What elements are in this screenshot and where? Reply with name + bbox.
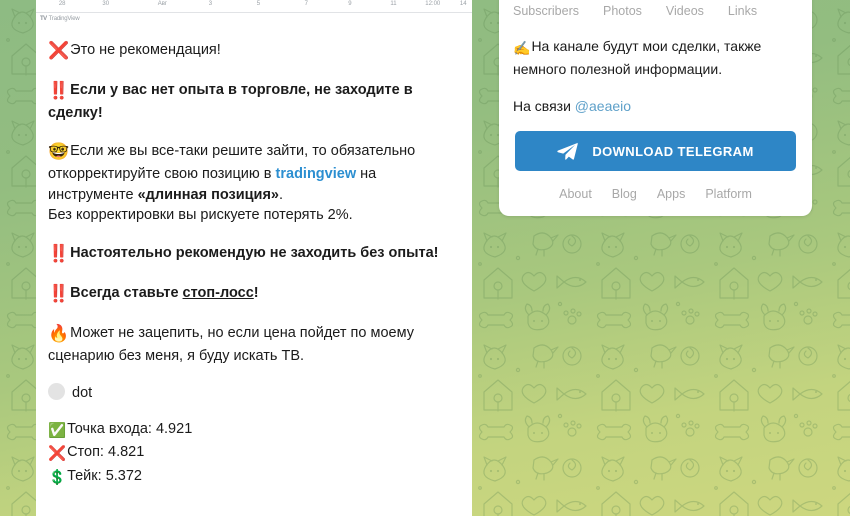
paragraph-strong-recommendation: ‼️Настоятельно рекомендую не заходить бе… — [48, 242, 456, 266]
telegram-channel-card: Subscribers Photos Videos Links ✍️На кан… — [499, 0, 812, 216]
paragraph-text: Это не рекомендация! — [70, 42, 221, 58]
channel-description-text: На канале будут мои сделки, также немног… — [513, 38, 762, 77]
tradingview-label: TradingView — [48, 16, 80, 22]
telegram-plane-icon — [557, 142, 579, 160]
channel-tabs: Subscribers Photos Videos Links — [499, 0, 812, 18]
paragraph-text: Может не зацепить, но если цена пойдет п… — [48, 324, 414, 365]
loading-placeholder-circle-icon — [48, 382, 65, 400]
double-exclamation-emoji: ‼️ — [48, 81, 70, 101]
download-telegram-button[interactable]: DOWNLOAD TELEGRAM — [515, 131, 796, 171]
dot-label: dot — [72, 384, 93, 401]
axis-tick: 14 — [459, 1, 467, 7]
fire-emoji: 🔥 — [48, 323, 70, 343]
level-label: Стоп: — [67, 444, 104, 461]
adjust-period: . — [278, 186, 284, 203]
axis-tick: Авг — [157, 1, 168, 7]
stoploss-link[interactable]: стоп-лосс — [183, 285, 254, 301]
level-stop: ❌Стоп: 4.821 — [48, 442, 456, 465]
tradingview-link[interactable]: tradingview — [276, 166, 357, 182]
heavy-dollar-sign-emoji: 💲 — [48, 469, 67, 486]
footer-link-platform[interactable]: Platform — [705, 187, 752, 201]
axis-tick: 12:00 — [425, 1, 441, 7]
chart-time-axis: 28 30 Авг 3 5 7 9 11 12:00 14 — [36, 0, 472, 13]
axis-tick: 3 — [208, 1, 213, 7]
screen: 28 30 Авг 3 5 7 9 11 12:00 14 TV Trading… — [0, 0, 850, 516]
level-label: Точка входа: — [67, 421, 152, 438]
paragraph-dot: dot — [48, 382, 456, 404]
footer-link-apps[interactable]: Apps — [657, 187, 686, 201]
axis-tick: 11 — [390, 1, 397, 7]
paragraph-no-experience-warning: ‼️Если у вас нет опыта в торговле, не за… — [48, 79, 456, 124]
tab-subscribers[interactable]: Subscribers — [513, 4, 579, 18]
level-value: 5.372 — [105, 467, 142, 484]
footer-link-blog[interactable]: Blog — [612, 187, 637, 201]
stoploss-prefix: Всегда ставьте — [70, 284, 183, 301]
axis-tick: 5 — [256, 1, 261, 7]
double-exclamation-emoji: ‼️ — [48, 243, 70, 263]
channel-description: ✍️На канале будут мои сделки, также немн… — [499, 18, 812, 80]
axis-tick: 7 — [304, 1, 308, 7]
channel-contact: На связи @aeaeio — [499, 80, 812, 114]
cross-mark-emoji: ❌ — [48, 446, 67, 463]
writing-hand-emoji: ✍️ — [513, 40, 531, 56]
axis-tick: 30 — [102, 1, 110, 7]
download-telegram-label: DOWNLOAD TELEGRAM — [592, 143, 754, 159]
contact-handle-link[interactable]: @aeaeio — [575, 98, 631, 114]
tab-videos[interactable]: Videos — [666, 4, 704, 18]
footer-link-about[interactable]: About — [559, 187, 592, 201]
tab-links[interactable]: Links — [728, 4, 757, 18]
axis-tick: 9 — [348, 1, 352, 7]
telegram-post-panel: 28 30 Авг 3 5 7 9 11 12:00 14 TV Trading… — [36, 0, 472, 516]
paragraph-risk-line: Без корректировки вы рискуете потерять 2… — [48, 205, 456, 226]
paragraph-scenario: 🔥Может не зацепить, но если цена пойдет … — [48, 322, 456, 367]
level-label: Тейк: — [67, 467, 102, 484]
check-mark-button-emoji: ✅ — [48, 423, 67, 440]
tradingview-watermark: TV TradingView — [36, 13, 472, 25]
axis-tick: 28 — [58, 1, 66, 7]
cross-mark-emoji: ❌ — [48, 41, 70, 60]
double-exclamation-emoji: ‼️ — [48, 283, 70, 303]
level-entry: ✅Точка входа: 4.921 — [48, 419, 456, 442]
level-take: 💲Тейк: 5.372 — [48, 466, 456, 489]
level-value: 4.821 — [108, 444, 145, 461]
paragraph-adjust-position: 🤓Если же вы все-таки решите зайти, то об… — [48, 140, 456, 205]
paragraph-not-a-recommendation: ❌Это не рекомендация! — [48, 39, 456, 63]
contact-prefix: На связи — [513, 98, 575, 114]
paragraph-text: Настоятельно рекомендую не заходить без … — [70, 244, 439, 261]
risk-text: Без корректировки вы рискуете потерять 2… — [48, 207, 353, 224]
long-position-bold: «длинная позиция» — [137, 186, 279, 203]
tradingview-logo-icon: TV — [40, 16, 47, 22]
stoploss-suffix: ! — [253, 284, 259, 301]
post-text-body: ❌Это не рекомендация! ‼️Если у вас нет о… — [36, 25, 472, 516]
level-value: 4.921 — [155, 421, 193, 438]
paragraph-always-stoploss: ‼️Всегда ставьте стоп-лосс! — [48, 282, 456, 306]
tab-photos[interactable]: Photos — [603, 4, 642, 18]
nerd-face-emoji: 🤓 — [48, 141, 70, 161]
paragraph-text: Если у вас нет опыта в торговле, не захо… — [48, 82, 413, 122]
channel-footer-links: About Blog Apps Platform — [499, 171, 812, 201]
